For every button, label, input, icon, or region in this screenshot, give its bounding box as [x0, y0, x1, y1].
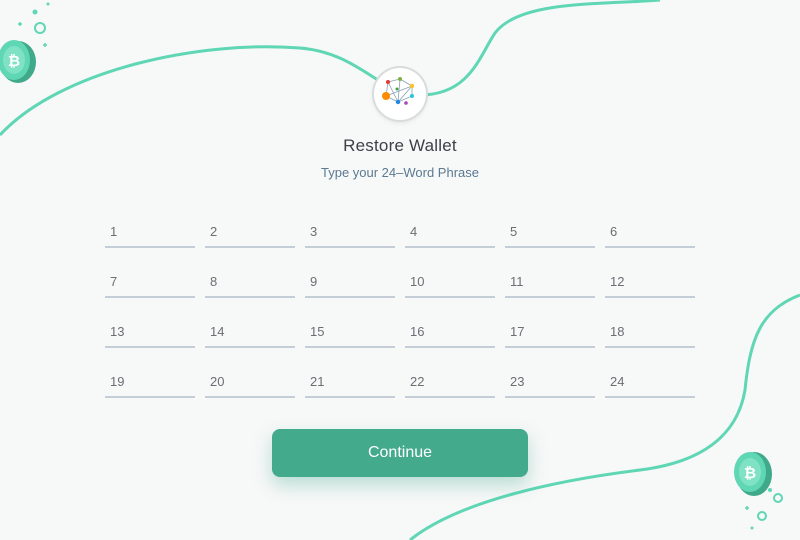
- word-field-4: 4: [405, 214, 495, 248]
- word-number: 24: [610, 374, 625, 389]
- word-number: 21: [310, 374, 325, 389]
- word-input-8[interactable]: [233, 270, 295, 294]
- word-input-16[interactable]: [433, 320, 495, 344]
- word-field-18: 18: [605, 314, 695, 348]
- word-field-2: 2: [205, 214, 295, 248]
- word-input-18[interactable]: [633, 320, 695, 344]
- word-number: 7: [110, 274, 118, 289]
- word-field-16: 16: [405, 314, 495, 348]
- word-field-7: 7: [105, 264, 195, 298]
- word-number: 18: [610, 324, 625, 339]
- word-number: 13: [110, 324, 125, 339]
- word-number: 11: [510, 274, 524, 289]
- word-number: 22: [410, 374, 425, 389]
- word-number: 9: [310, 274, 318, 289]
- word-input-5[interactable]: [533, 220, 595, 244]
- word-input-15[interactable]: [333, 320, 395, 344]
- svg-text:₿: ₿: [8, 53, 20, 70]
- word-field-9: 9: [305, 264, 395, 298]
- word-field-3: 3: [305, 214, 395, 248]
- word-number: 8: [210, 274, 218, 289]
- word-field-17: 17: [505, 314, 595, 348]
- word-number: 1: [110, 224, 118, 239]
- bitcoin-coin-icon: ₿: [0, 2, 50, 83]
- word-input-14[interactable]: [233, 320, 295, 344]
- word-input-12[interactable]: [633, 270, 695, 294]
- word-input-22[interactable]: [433, 370, 495, 394]
- word-number: 10: [410, 274, 425, 289]
- word-field-23: 23: [505, 364, 595, 398]
- word-input-23[interactable]: [533, 370, 595, 394]
- word-input-17[interactable]: [533, 320, 595, 344]
- word-number: 14: [210, 324, 225, 339]
- wallet-logo: [374, 68, 426, 120]
- page-title: Restore Wallet: [343, 136, 457, 155]
- word-field-20: 20: [205, 364, 295, 398]
- word-input-2[interactable]: [233, 220, 295, 244]
- word-number: 17: [510, 324, 525, 339]
- word-field-15: 15: [305, 314, 395, 348]
- word-input-1[interactable]: [133, 220, 195, 244]
- word-number: 4: [410, 224, 418, 239]
- svg-text:₿: ₿: [744, 465, 756, 482]
- word-field-24: 24: [605, 364, 695, 398]
- word-phrase-grid: 1 2 3 4 5 6 7 8 9 10 11 12 13 14 15 16 1…: [105, 214, 695, 398]
- network-graph-logo-icon: [382, 77, 415, 105]
- word-input-7[interactable]: [133, 270, 195, 294]
- word-field-22: 22: [405, 364, 495, 398]
- word-number: 3: [310, 224, 318, 239]
- word-input-6[interactable]: [633, 220, 695, 244]
- word-field-10: 10: [405, 264, 495, 298]
- word-input-24[interactable]: [633, 370, 695, 394]
- bitcoin-coin-icon: ₿: [734, 452, 783, 530]
- word-field-5: 5: [505, 214, 595, 248]
- word-field-1: 1: [105, 214, 195, 248]
- word-number: 12: [610, 274, 625, 289]
- word-number: 23: [510, 374, 525, 389]
- word-field-6: 6: [605, 214, 695, 248]
- word-input-19[interactable]: [133, 370, 195, 394]
- word-input-9[interactable]: [333, 270, 395, 294]
- word-number: 20: [210, 374, 225, 389]
- word-input-21[interactable]: [333, 370, 395, 394]
- word-input-20[interactable]: [233, 370, 295, 394]
- word-input-10[interactable]: [433, 270, 495, 294]
- word-number: 16: [410, 324, 425, 339]
- word-field-12: 12: [605, 264, 695, 298]
- word-field-19: 19: [105, 364, 195, 398]
- word-number: 5: [510, 224, 518, 239]
- word-field-13: 13: [105, 314, 195, 348]
- word-input-11[interactable]: [533, 270, 595, 294]
- continue-button[interactable]: Continue: [272, 429, 528, 477]
- word-field-8: 8: [205, 264, 295, 298]
- word-input-4[interactable]: [433, 220, 495, 244]
- word-number: 6: [610, 224, 618, 239]
- word-field-11: 11: [505, 264, 595, 298]
- word-number: 15: [310, 324, 325, 339]
- word-number: 19: [110, 374, 125, 389]
- word-field-21: 21: [305, 364, 395, 398]
- word-field-14: 14: [205, 314, 295, 348]
- word-input-13[interactable]: [133, 320, 195, 344]
- word-number: 2: [210, 224, 218, 239]
- word-input-3[interactable]: [333, 220, 395, 244]
- page-subtitle: Type your 24–Word Phrase: [320, 165, 479, 180]
